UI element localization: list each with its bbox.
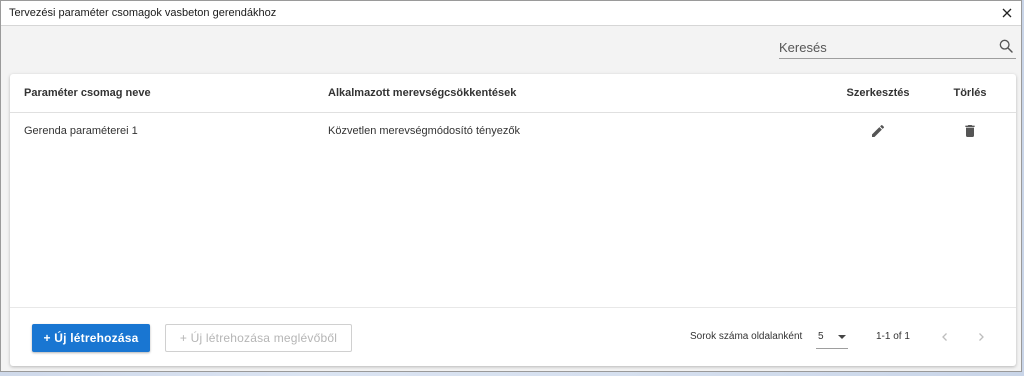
edit-button[interactable]: [870, 123, 886, 139]
rows-per-page-select[interactable]: 5: [816, 326, 848, 349]
chevron-left-icon: [942, 333, 947, 341]
row-name: Gerenda paraméterei 1: [24, 125, 138, 137]
create-from-existing-button: + Új létrehozása meglévőből: [165, 324, 352, 352]
title-bar: Tervezési paraméter csomagok vasbeton ge…: [1, 1, 1021, 26]
dialog-window: Tervezési paraméter csomagok vasbeton ge…: [0, 0, 1022, 372]
header-delete: Törlés: [953, 87, 987, 99]
window-title: Tervezési paraméter csomagok vasbeton ge…: [9, 7, 277, 19]
table-header: Paraméter csomag neve Alkalmazott merevs…: [10, 74, 1016, 113]
header-stiffness[interactable]: Alkalmazott merevségcsökkentések: [328, 74, 516, 112]
next-page-button[interactable]: [970, 326, 992, 348]
rows-per-page-value: 5: [818, 331, 824, 342]
close-button[interactable]: [999, 5, 1015, 21]
previous-page-button[interactable]: [934, 326, 956, 348]
close-icon: [1002, 8, 1012, 18]
header-edit: Szerkesztés: [846, 87, 910, 99]
table-footer: + Új létrehozása + Új létrehozása meglév…: [10, 307, 1016, 367]
delete-button[interactable]: [962, 123, 978, 139]
trash-icon: [965, 125, 975, 137]
parameter-table-card: Paraméter csomag neve Alkalmazott merevs…: [10, 74, 1016, 366]
pencil-icon: [872, 124, 885, 137]
search-box: [779, 36, 1016, 59]
table-row[interactable]: Gerenda paraméterei 1 Közvetlen merevség…: [10, 113, 1016, 149]
search-input[interactable]: [779, 36, 989, 58]
create-new-button[interactable]: + Új létrehozása: [32, 324, 150, 352]
row-stiffness: Közvetlen merevségmódosító tényezők: [328, 125, 520, 137]
search-icon[interactable]: [998, 38, 1014, 54]
chevron-right-icon: [979, 333, 984, 341]
caret-down-icon: [838, 335, 846, 339]
pagination-info: 1-1 of 1: [876, 331, 910, 342]
header-name[interactable]: Paraméter csomag neve: [24, 74, 151, 112]
rows-per-page-label: Sorok száma oldalanként: [690, 331, 803, 342]
